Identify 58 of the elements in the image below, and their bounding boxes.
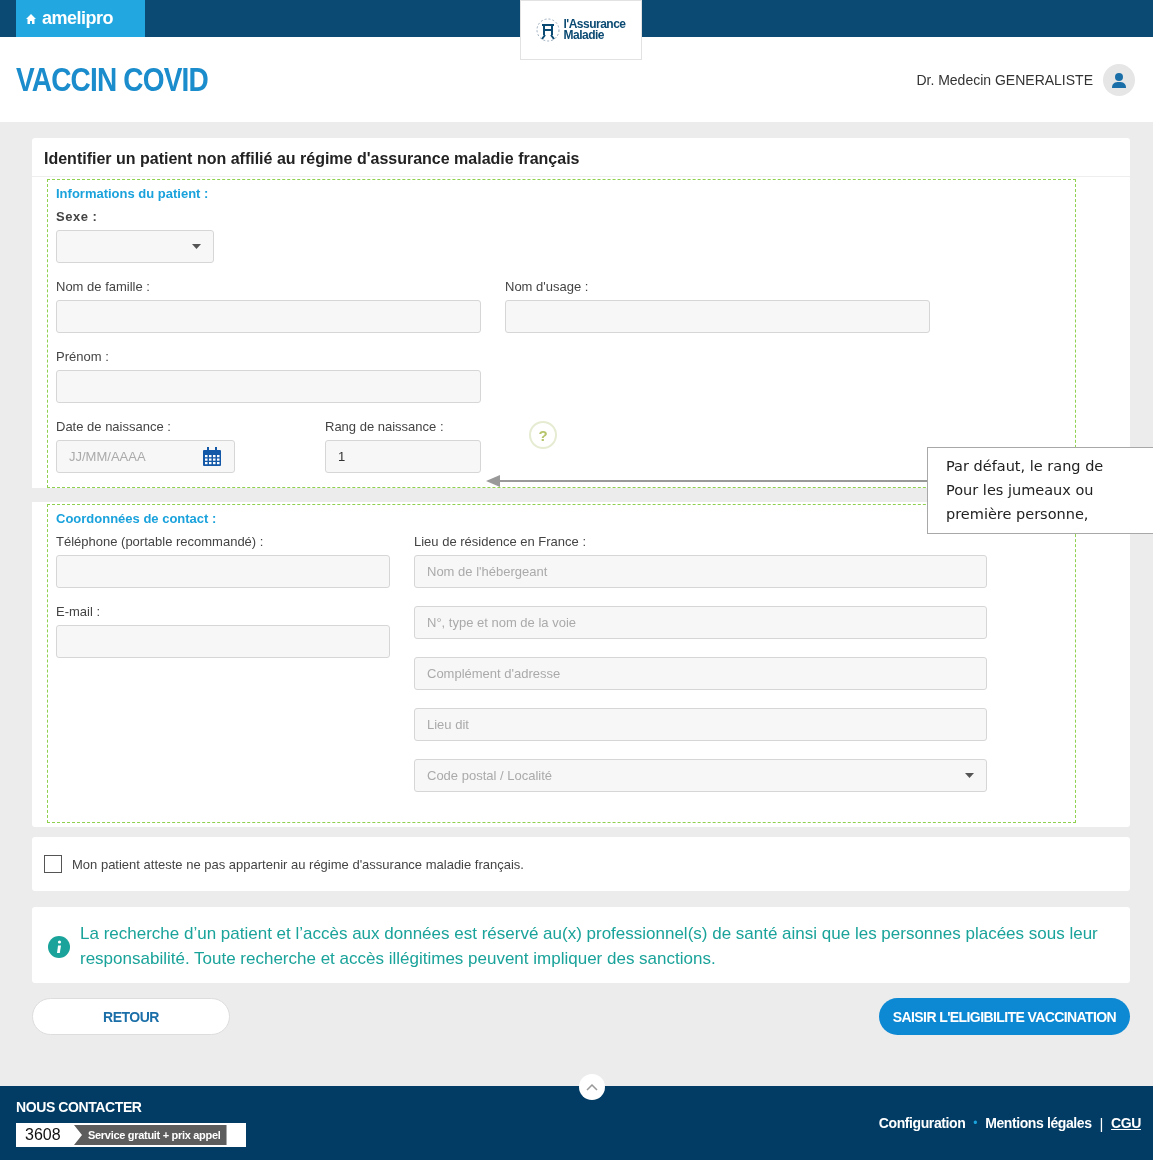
back-button[interactable]: RETOUR: [32, 998, 230, 1035]
field-label: Rang de naissance :: [325, 419, 445, 434]
info-icon: [48, 936, 70, 958]
phone-note: Service gratuit + prix appel: [74, 1125, 227, 1145]
caret-icon: [965, 773, 974, 778]
input-field[interactable]: 1: [325, 440, 481, 473]
input-field[interactable]: Nom de l'hébergeant: [414, 555, 987, 588]
field-label: Lieu de résidence en France :: [414, 534, 587, 549]
chevron-up-icon: [586, 1083, 598, 1091]
home-icon: [26, 13, 36, 24]
footer-link[interactable]: Mentions légales: [985, 1115, 1092, 1131]
phone-number: 3608: [24, 1126, 62, 1144]
user-name: Dr. Medecin GENERALISTE: [916, 71, 1093, 88]
form-title: Identifier un patient non affilié au régime d'assurance maladie français: [32, 138, 1130, 177]
date-field[interactable]: JJ/MM/AAAA: [56, 440, 235, 473]
field-label: Nom de famille :: [56, 279, 151, 294]
footer-link[interactable]: Configuration: [878, 1115, 966, 1131]
input-field[interactable]: [56, 555, 390, 588]
section-title: Coordonnées de contact :: [56, 511, 217, 526]
field-label: Prénom :: [56, 349, 110, 364]
caret-icon: [192, 244, 201, 249]
field-label: Nom d'usage :: [505, 279, 590, 294]
dropdown-field[interactable]: [56, 230, 214, 263]
input-field[interactable]: [56, 370, 481, 403]
section-title: Informations du patient :: [56, 186, 209, 201]
help-button[interactable]: ?: [529, 421, 557, 449]
input-field[interactable]: N°, type et nom de la voie: [414, 606, 987, 639]
calendar-icon[interactable]: [202, 446, 222, 467]
page-title: VACCIN COVID: [16, 60, 208, 99]
dropdown-field[interactable]: Code postal / Localité: [414, 759, 987, 792]
user-icon: [1111, 71, 1127, 88]
link-separator: •: [973, 1116, 978, 1130]
input-field[interactable]: [56, 625, 390, 658]
link-separator: |: [1099, 1114, 1104, 1132]
callout-line: première personne,: [946, 505, 1090, 524]
app-name: amelipro: [42, 8, 114, 29]
callout-line: Pour les jumeaux ou: [946, 481, 1095, 500]
field-label: Date de naissance :: [56, 419, 172, 434]
field-label: Téléphone (portable recommandé) :: [56, 534, 265, 549]
logo-text: Maladie: [563, 30, 605, 41]
logo-text: l'Assurance: [563, 19, 626, 30]
input-field[interactable]: Lieu dit: [414, 708, 987, 741]
checkbox[interactable]: [44, 855, 62, 873]
contact-title: NOUS CONTACTER: [16, 1099, 143, 1115]
user-avatar[interactable]: [1103, 63, 1135, 96]
input-field[interactable]: Complément d'adresse: [414, 657, 987, 690]
logo-icon: [536, 17, 561, 43]
app-tab[interactable]: amelipro: [16, 0, 145, 37]
scroll-up-button[interactable]: [579, 1074, 605, 1100]
submit-button[interactable]: SAISIR L'ELIGIBILITE VACCINATION: [878, 998, 1130, 1035]
input-field[interactable]: [505, 300, 930, 333]
field-label: Sexe :: [56, 209, 99, 224]
checkbox-label: Mon patient atteste ne pas appartenir au régime d'assurance maladie français.: [72, 856, 524, 872]
input-field[interactable]: [56, 300, 481, 333]
footer-link[interactable]: CGU: [1111, 1115, 1141, 1131]
callout-line: Par défaut, le rang de: [946, 457, 1105, 476]
notice-text: La recherche d’un patient et l’accès aux données est réservé au(x) professionnel(s) de santé ainsi que les personnes placées sous leur responsabilité. Toute recherche et accès illégitimes peuvent impliquer des sanctions.: [80, 923, 1099, 970]
field-label: E-mail :: [56, 604, 102, 619]
